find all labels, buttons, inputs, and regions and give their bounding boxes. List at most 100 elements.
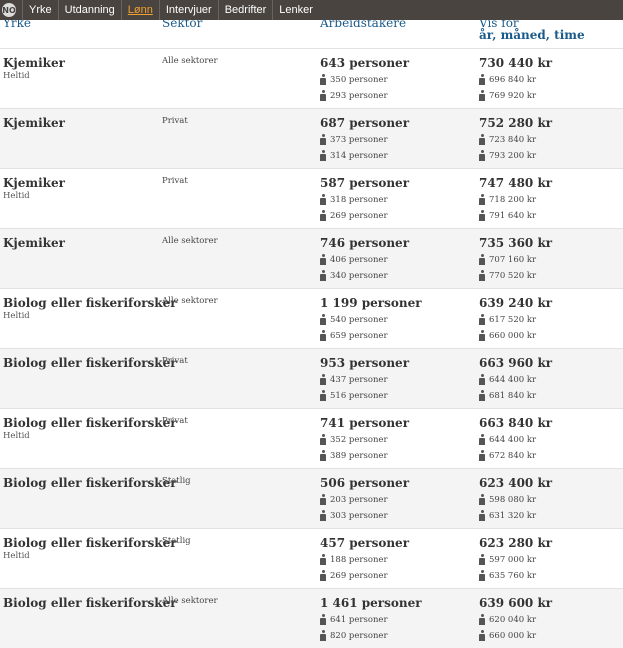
person-icon bbox=[479, 434, 485, 445]
employee-count: 293 personer bbox=[330, 90, 388, 101]
occupation-title[interactable]: Biolog eller fiskeriforsker bbox=[3, 296, 177, 310]
employee-group-2: 516 personer bbox=[320, 390, 388, 401]
nav-lonn[interactable]: Lønn bbox=[120, 0, 159, 20]
person-icon bbox=[479, 150, 485, 161]
person-icon bbox=[479, 194, 485, 205]
salary-value: 644 400 kr bbox=[489, 374, 537, 385]
person-icon bbox=[479, 554, 485, 565]
employee-total: 741 personer bbox=[320, 416, 410, 430]
employee-count: 540 personer bbox=[330, 314, 388, 325]
person-icon bbox=[320, 134, 326, 145]
employee-group-1: 203 personer bbox=[320, 494, 388, 505]
table-row: Biolog eller fiskeriforsker Alle sektorer… bbox=[0, 588, 623, 648]
salary-value: 791 640 kr bbox=[489, 210, 537, 221]
nav-intervjuer[interactable]: Intervjuer bbox=[158, 0, 218, 20]
salary-group-1: 718 200 kr bbox=[479, 194, 536, 205]
salary-group-1: 707 160 kr bbox=[479, 254, 536, 265]
person-icon bbox=[320, 150, 326, 161]
sector: Alle sektorer bbox=[162, 56, 218, 66]
logo-icon[interactable]: NO bbox=[2, 3, 16, 17]
employment-type: Heltid bbox=[3, 71, 30, 81]
occupation-title[interactable]: Kjemiker bbox=[3, 236, 65, 250]
employee-total: 457 personer bbox=[320, 536, 410, 550]
salary-value: 770 520 kr bbox=[489, 270, 537, 281]
employee-group-1: 540 personer bbox=[320, 314, 388, 325]
salary-value: 635 760 kr bbox=[489, 570, 537, 581]
employee-group-1: 350 personer bbox=[320, 74, 388, 85]
salary-group-2: 681 840 kr bbox=[479, 390, 536, 401]
salary-group-1: 620 040 kr bbox=[479, 614, 536, 625]
occupation-title[interactable]: Kjemiker bbox=[3, 176, 65, 190]
person-icon bbox=[479, 450, 485, 461]
employee-count: 352 personer bbox=[330, 434, 388, 445]
employment-type: Heltid bbox=[3, 311, 30, 321]
person-icon bbox=[320, 314, 326, 325]
employee-total: 587 personer bbox=[320, 176, 410, 190]
employee-group-2: 659 personer bbox=[320, 330, 388, 341]
salary-total: 623 400 kr bbox=[479, 476, 553, 490]
employee-total: 1 199 personer bbox=[320, 296, 422, 310]
occupation-title[interactable]: Kjemiker bbox=[3, 116, 65, 130]
period-selector[interactable]: år, måned, time bbox=[479, 28, 585, 42]
employee-count: 659 personer bbox=[330, 330, 388, 341]
occupation-title[interactable]: Kjemiker bbox=[3, 56, 65, 70]
occupation-title[interactable]: Biolog eller fiskeriforsker bbox=[3, 416, 177, 430]
salary-value: 681 840 kr bbox=[489, 390, 537, 401]
occupation-title[interactable]: Biolog eller fiskeriforsker bbox=[3, 596, 177, 610]
salary-value: 769 920 kr bbox=[489, 90, 537, 101]
table-row: Kjemiker Heltid Privat 587 personer 318 pers… bbox=[0, 168, 623, 228]
employee-total: 506 personer bbox=[320, 476, 410, 490]
person-icon bbox=[320, 254, 326, 265]
occupation-title[interactable]: Biolog eller fiskeriforsker bbox=[3, 356, 177, 370]
person-icon bbox=[479, 330, 485, 341]
person-icon bbox=[479, 210, 485, 221]
person-icon bbox=[479, 510, 485, 521]
sector: Alle sektorer bbox=[162, 596, 218, 606]
employee-count: 373 personer bbox=[330, 134, 388, 145]
salary-value: 617 520 kr bbox=[489, 314, 537, 325]
employment-type: Heltid bbox=[3, 191, 30, 201]
employee-group-1: 641 personer bbox=[320, 614, 388, 625]
occupation-title[interactable]: Biolog eller fiskeriforsker bbox=[3, 476, 177, 490]
table-row: Biolog eller fiskeriforsker Heltid Alle se… bbox=[0, 288, 623, 348]
employee-group-2: 389 personer bbox=[320, 450, 388, 461]
sector: Statlig bbox=[162, 476, 191, 486]
nav-lenker[interactable]: Lenker bbox=[272, 0, 319, 20]
person-icon bbox=[479, 494, 485, 505]
employee-group-2: 314 personer bbox=[320, 150, 388, 161]
occupation-title[interactable]: Biolog eller fiskeriforsker bbox=[3, 536, 177, 550]
employee-count: 203 personer bbox=[330, 494, 388, 505]
employee-group-1: 406 personer bbox=[320, 254, 388, 265]
person-icon bbox=[479, 90, 485, 101]
nav-bedrifter[interactable]: Bedrifter bbox=[217, 0, 273, 20]
employment-type: Heltid bbox=[3, 431, 30, 441]
employee-group-2: 303 personer bbox=[320, 510, 388, 521]
employee-count: 820 personer bbox=[330, 630, 388, 641]
employee-total: 643 personer bbox=[320, 56, 410, 70]
salary-group-2: 631 320 kr bbox=[479, 510, 536, 521]
salary-total: 747 480 kr bbox=[479, 176, 553, 190]
salary-total: 639 240 kr bbox=[479, 296, 553, 310]
person-icon bbox=[479, 390, 485, 401]
person-icon bbox=[320, 74, 326, 85]
sector: Alle sektorer bbox=[162, 236, 218, 246]
employee-total: 953 personer bbox=[320, 356, 410, 370]
salary-total: 735 360 kr bbox=[479, 236, 553, 250]
person-icon bbox=[479, 314, 485, 325]
nav-utdanning[interactable]: Utdanning bbox=[57, 0, 121, 20]
salary-value: 597 000 kr bbox=[489, 554, 537, 565]
salary-group-2: 793 200 kr bbox=[479, 150, 536, 161]
salary-group-2: 672 840 kr bbox=[479, 450, 536, 461]
nav-yrke[interactable]: Yrke bbox=[22, 0, 58, 20]
table-row: Biolog eller fiskeriforsker Privat 953 per… bbox=[0, 348, 623, 408]
employee-group-1: 437 personer bbox=[320, 374, 388, 385]
employee-count: 269 personer bbox=[330, 570, 388, 581]
person-icon bbox=[479, 254, 485, 265]
salary-group-2: 791 640 kr bbox=[479, 210, 536, 221]
salary-value: 718 200 kr bbox=[489, 194, 537, 205]
person-icon bbox=[320, 510, 326, 521]
employee-count: 314 personer bbox=[330, 150, 388, 161]
person-icon bbox=[479, 614, 485, 625]
salary-group-1: 597 000 kr bbox=[479, 554, 536, 565]
table-row: Biolog eller fiskeriforsker Heltid Statlig… bbox=[0, 528, 623, 588]
